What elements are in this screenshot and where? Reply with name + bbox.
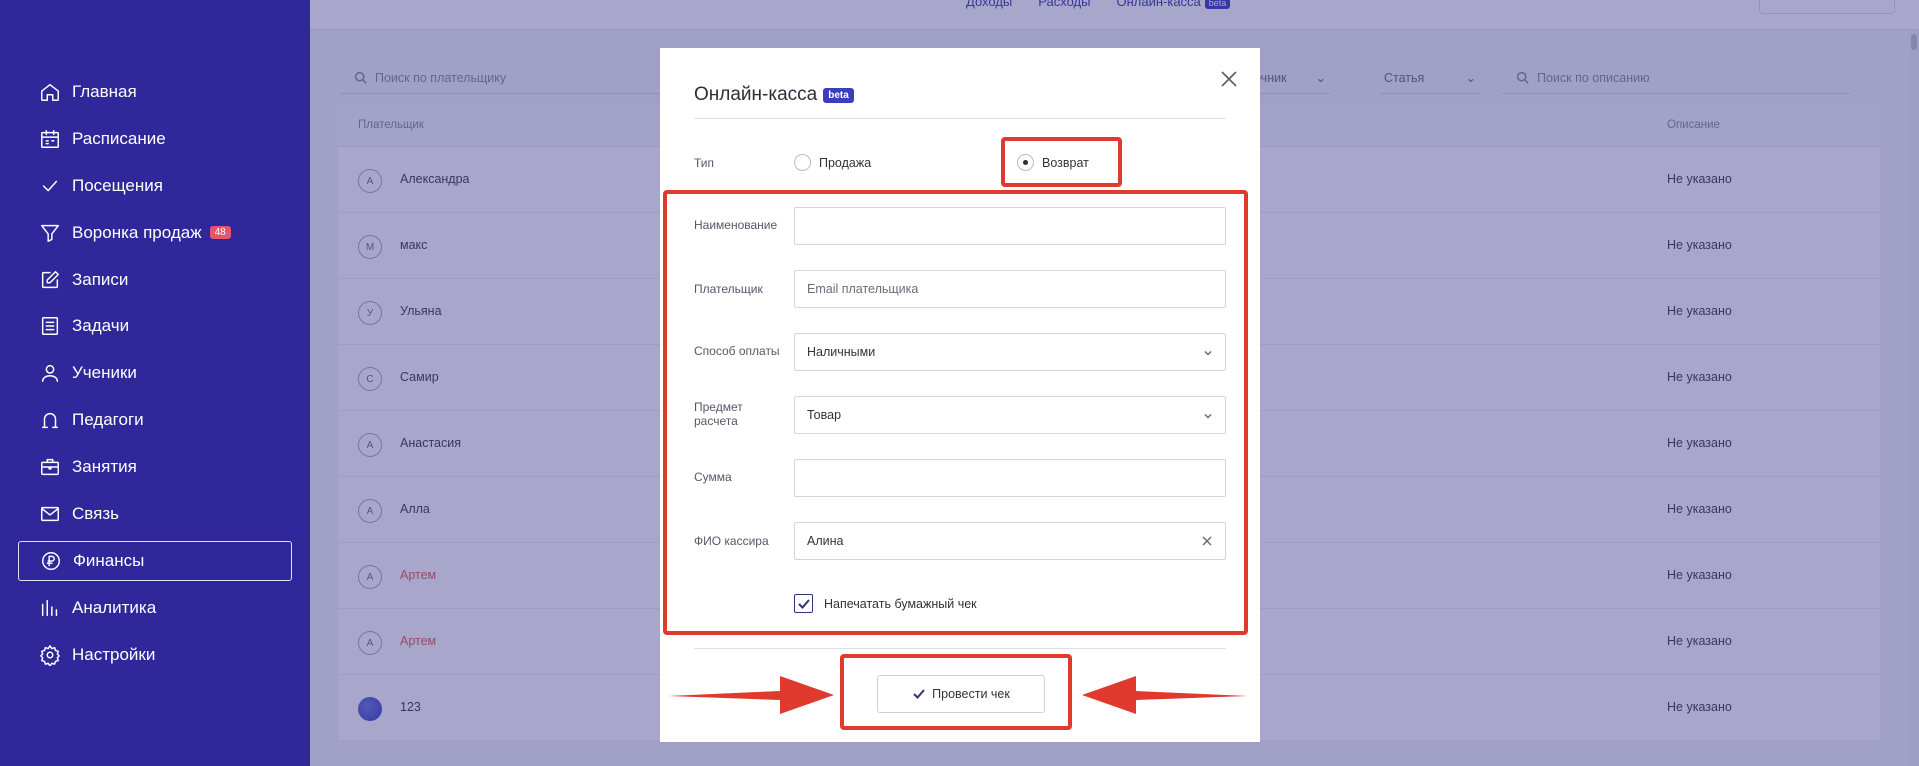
- chart-icon: [38, 596, 62, 620]
- sidebar-item-finance[interactable]: Финансы: [18, 540, 292, 581]
- radio-sale[interactable]: Продажа: [794, 154, 871, 171]
- tasks-icon: [38, 314, 62, 338]
- funnel-count-badge: 48: [209, 226, 231, 240]
- annotation-box-refund: [1001, 137, 1122, 187]
- close-icon: [1221, 71, 1237, 87]
- sidebar-item-label: Воронка продаж: [72, 222, 202, 242]
- gear-icon: [38, 643, 62, 667]
- home-icon: [38, 80, 62, 104]
- radio-circle: [794, 154, 811, 171]
- sidebar: Главная Расписание Посещения Воронка про…: [0, 0, 310, 766]
- radio-sale-label: Продажа: [819, 155, 872, 170]
- annotation-box-form: [663, 190, 1248, 635]
- briefcase-icon: [38, 455, 62, 479]
- sidebar-item-label: Занятия: [72, 457, 137, 477]
- sidebar-item-attendance[interactable]: Посещения: [18, 166, 292, 206]
- sidebar-item-label: Посещения: [72, 175, 163, 195]
- sidebar-item-schedule[interactable]: Расписание: [18, 119, 292, 159]
- sidebar-item-analytics[interactable]: Аналитика: [18, 588, 292, 628]
- funnel-icon: [38, 221, 62, 245]
- sidebar-item-funnel[interactable]: Воронка продаж 48: [18, 213, 292, 253]
- sidebar-item-label: Финансы: [73, 550, 145, 570]
- annotation-arrow-right: [1082, 676, 1248, 714]
- sidebar-item-lessons[interactable]: Занятия: [18, 447, 292, 487]
- sidebar-item-label: Главная: [72, 82, 137, 101]
- beta-badge: beta: [823, 87, 854, 103]
- teacher-icon: [38, 408, 62, 432]
- modal-title: Онлайн-касса beta: [694, 84, 854, 106]
- sidebar-item-label: Расписание: [72, 128, 166, 148]
- sidebar-item-label: Ученики: [72, 363, 137, 383]
- sidebar-item-label: Педагоги: [72, 410, 144, 430]
- user-icon: [38, 361, 62, 385]
- annotation-arrow-left: [668, 676, 834, 714]
- mail-icon: [38, 502, 62, 526]
- sidebar-item-settings[interactable]: Настройки: [18, 635, 292, 675]
- ruble-icon: [39, 549, 63, 573]
- sidebar-item-label: Связь: [72, 504, 119, 524]
- calendar-icon: [38, 127, 62, 151]
- divider: [694, 648, 1226, 649]
- sidebar-item-label: Задачи: [72, 316, 130, 336]
- sidebar-item-label: Настройки: [72, 644, 156, 664]
- sidebar-item-label: Аналитика: [72, 597, 157, 617]
- divider: [694, 118, 1226, 119]
- check-icon: [38, 174, 62, 198]
- annotation-box-submit: [840, 654, 1072, 730]
- sidebar-nav: Главная Расписание Посещения Воронка про…: [18, 72, 292, 682]
- sidebar-item-communication[interactable]: Связь: [18, 494, 292, 534]
- sidebar-item-students[interactable]: Ученики: [18, 353, 292, 393]
- modal-title-text: Онлайн-касса: [694, 84, 818, 105]
- sidebar-item-tasks[interactable]: Задачи: [18, 306, 292, 346]
- sidebar-item-home[interactable]: Главная: [18, 72, 292, 112]
- close-button[interactable]: [1220, 70, 1238, 88]
- sidebar-item-records[interactable]: Записи: [18, 260, 292, 300]
- sidebar-item-teachers[interactable]: Педагоги: [18, 400, 292, 440]
- sidebar-item-label: Записи: [72, 269, 129, 289]
- type-label: Тип: [694, 156, 715, 170]
- edit-icon: [38, 268, 62, 292]
